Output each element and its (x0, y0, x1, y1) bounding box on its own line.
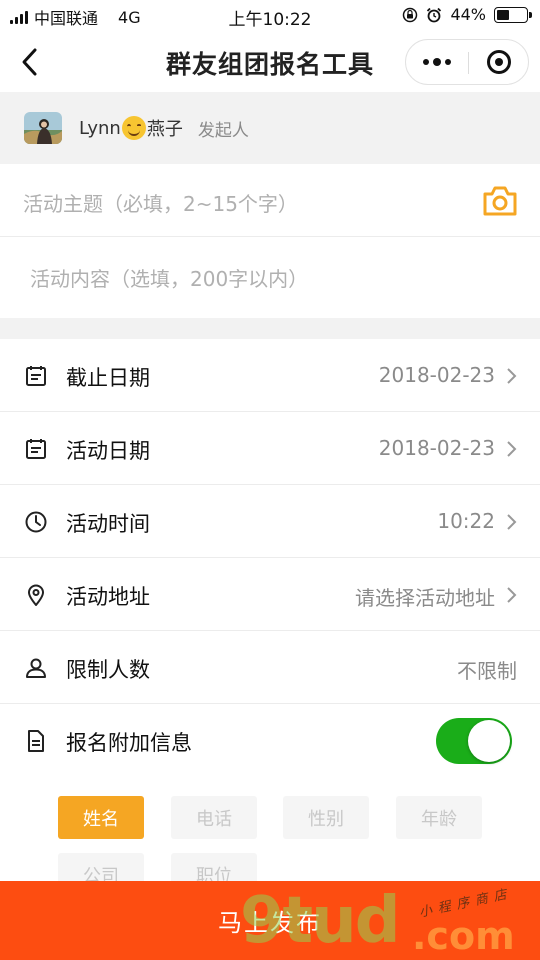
calendar-icon (26, 366, 46, 386)
chevron-right-icon (507, 441, 517, 457)
extra-info-row: 报名附加信息 (0, 704, 540, 777)
user-icon (26, 658, 46, 678)
event-time-value: 10:22 (437, 509, 495, 533)
close-mini-program-button[interactable] (468, 40, 530, 84)
content-input[interactable]: 活动内容（选填，200字以内） (30, 263, 308, 292)
document-icon (28, 730, 44, 752)
participant-limit-value: 不限制 (457, 659, 517, 683)
toggle-knob (468, 720, 510, 762)
topic-input[interactable]: 活动主题（必填，2~15个字） (23, 188, 298, 217)
extra-info-toggle[interactable] (436, 718, 512, 764)
chevron-right-icon (507, 587, 517, 603)
content-field[interactable]: 活动内容（选填，200字以内） (0, 237, 540, 318)
participant-limit-label: 限制人数 (66, 658, 150, 682)
settings-list: 截止日期 2018-02-23 活动日期 2018-02-23 活动时间 10:… (0, 339, 540, 777)
status-bar: 中国联通 4G 上午10:22 44% (0, 0, 540, 32)
tag-age[interactable]: 年龄 (396, 796, 482, 839)
publish-label: 马上发布 (218, 909, 322, 937)
participant-limit-row[interactable]: 限制人数 不限制 (0, 631, 540, 704)
event-time-row[interactable]: 活动时间 10:22 (0, 485, 540, 558)
initiator-name-part1: Lynn (79, 117, 121, 139)
event-date-row[interactable]: 活动日期 2018-02-23 (0, 412, 540, 485)
deadline-label: 截止日期 (66, 366, 150, 390)
deadline-row[interactable]: 截止日期 2018-02-23 (0, 339, 540, 412)
chevron-right-icon (507, 514, 517, 530)
event-date-label: 活动日期 (66, 439, 150, 463)
initiator-role: 发起人 (197, 120, 249, 141)
event-time-label: 活动时间 (66, 512, 150, 536)
event-date-value: 2018-02-23 (378, 436, 495, 460)
event-address-label: 活动地址 (66, 585, 150, 609)
more-dots-icon (423, 59, 429, 65)
deadline-value: 2018-02-23 (378, 363, 495, 387)
alarm-icon (427, 7, 442, 22)
topic-field[interactable]: 活动主题（必填，2~15个字） (0, 164, 540, 237)
battery-icon (494, 6, 532, 23)
rotation-lock-icon (403, 7, 418, 22)
event-address-row[interactable]: 活动地址 请选择活动地址 (0, 558, 540, 631)
target-icon (487, 50, 511, 74)
battery-percent: 44% (450, 5, 486, 24)
clock-icon (25, 511, 47, 533)
initiator-name-part2: 燕子 (146, 119, 183, 140)
initiator-row: Lynn 燕子 发起人 (0, 92, 540, 164)
more-button[interactable] (406, 40, 468, 84)
publish-button[interactable]: 马上发布 (0, 881, 540, 960)
tag-gender[interactable]: 性别 (283, 796, 369, 839)
tag-name[interactable]: 姓名 (58, 796, 144, 839)
camera-button[interactable] (482, 184, 518, 218)
camera-icon (483, 186, 517, 216)
status-right: 44% (402, 5, 532, 24)
initiator-name: Lynn 燕子 (79, 115, 183, 141)
navigation-bar: 群友组团报名工具 (0, 32, 540, 92)
event-address-value: 请选择活动地址 (355, 586, 495, 610)
calendar-icon (26, 439, 46, 459)
mini-program-capsule (405, 39, 529, 85)
tag-phone[interactable]: 电话 (171, 796, 257, 839)
battery-fill (497, 9, 510, 20)
location-pin-icon (28, 584, 44, 606)
extra-info-tags: 姓名 电话 性别 年龄 公司 职位 (0, 774, 540, 896)
smile-emoji-icon (121, 116, 146, 140)
extra-info-label: 报名附加信息 (66, 731, 192, 755)
avatar (24, 112, 62, 144)
chevron-right-icon (507, 368, 517, 384)
